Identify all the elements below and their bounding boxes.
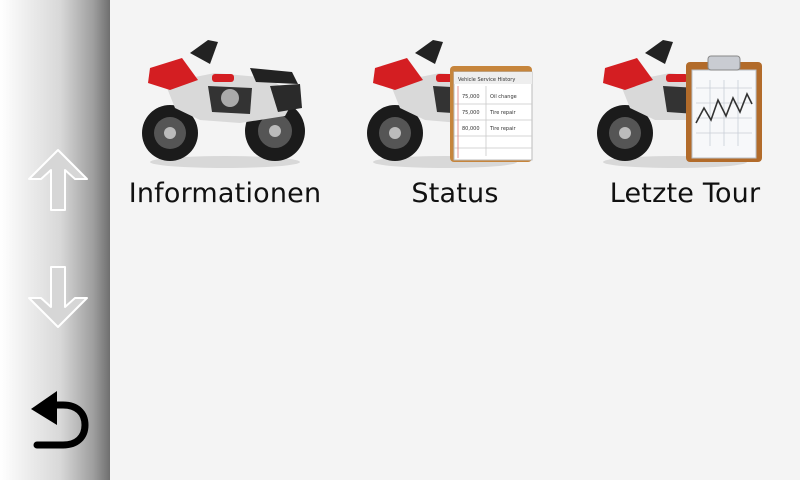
status-sheet-cell: Tire repair	[489, 126, 517, 132]
tile-letzte-tour[interactable]: Letzte Tour	[580, 28, 790, 218]
status-sheet-cell: 75,000	[462, 110, 480, 116]
tile-label: Informationen	[128, 178, 322, 209]
motorcycle-icon	[142, 40, 305, 168]
status-sheet-cell: Oil change	[490, 94, 517, 100]
tile-label: Letzte Tour	[609, 178, 761, 209]
tile-informationen[interactable]: Informationen	[120, 28, 330, 218]
arrow-up-icon	[28, 149, 88, 211]
scroll-up-button[interactable]	[22, 143, 94, 215]
tile-label: Status	[411, 178, 499, 209]
tile-status[interactable]: Vehicle Service History 75,000 Oil chang…	[350, 28, 560, 218]
back-arrow-icon	[31, 391, 89, 449]
status-sheet-cell: Tire repair	[489, 110, 517, 116]
arrow-down-icon	[28, 266, 88, 328]
scroll-down-button[interactable]	[22, 262, 94, 334]
status-sheet-title: Vehicle Service History	[458, 77, 515, 83]
motorcycle-chart-icon	[597, 40, 762, 168]
status-sheet-cell: 80,000	[462, 126, 480, 132]
back-button[interactable]	[22, 388, 94, 460]
status-sheet-cell: 75,000	[462, 94, 480, 100]
sidebar	[0, 0, 110, 480]
motorcycle-service-history-icon: Vehicle Service History 75,000 Oil chang…	[367, 40, 533, 168]
